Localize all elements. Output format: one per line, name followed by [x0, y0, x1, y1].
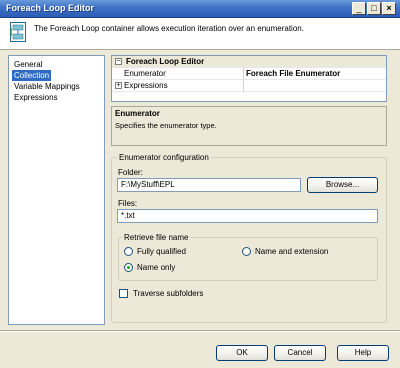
- help-button[interactable]: Help: [337, 345, 389, 361]
- nav-item-variable-mappings[interactable]: Variable Mappings: [12, 81, 82, 92]
- grid-row-expressions[interactable]: + Expressions: [112, 80, 386, 92]
- browse-button[interactable]: Browse...: [307, 177, 378, 193]
- grid-category-row[interactable]: − Foreach Loop Editor: [112, 56, 386, 68]
- name-only-radio[interactable]: [124, 263, 133, 272]
- files-input[interactable]: *.txt: [117, 209, 378, 223]
- nav-item-general[interactable]: General: [12, 59, 44, 70]
- grid-row-enumerator[interactable]: Enumerator Foreach File Enumerator: [112, 68, 386, 80]
- window-title: Foreach Loop Editor: [6, 3, 95, 13]
- grid-column-divider[interactable]: [243, 68, 244, 92]
- traverse-subfolders-checkbox[interactable]: [119, 289, 128, 298]
- property-grid[interactable]: − Foreach Loop Editor Enumerator Foreach…: [111, 55, 387, 102]
- description-title: Enumerator: [115, 109, 160, 118]
- grid-category-label: Foreach Loop Editor: [126, 57, 205, 66]
- expand-icon[interactable]: +: [115, 82, 122, 89]
- folder-input[interactable]: F:\MyStuff\EPL: [117, 178, 301, 192]
- ok-button[interactable]: OK: [216, 345, 268, 361]
- header-panel: [0, 18, 400, 50]
- name-only-label[interactable]: Name only: [137, 263, 175, 272]
- description-text: Specifies the enumerator type.: [115, 121, 217, 130]
- maximize-button[interactable]: □: [367, 2, 381, 15]
- close-button[interactable]: ×: [382, 2, 396, 15]
- grid-row-name: Enumerator: [124, 69, 166, 78]
- collapse-icon[interactable]: −: [115, 58, 122, 65]
- fully-qualified-radio[interactable]: [124, 247, 133, 256]
- retrieve-file-name-title: Retrieve file name: [122, 233, 191, 242]
- foreach-loop-icon: [10, 22, 26, 42]
- nav-list[interactable]: General Collection Variable Mappings Exp…: [8, 55, 105, 325]
- grid-row-name: Expressions: [124, 81, 168, 90]
- nav-item-expressions[interactable]: Expressions: [12, 92, 60, 103]
- files-label: Files:: [118, 199, 138, 208]
- traverse-subfolders-label[interactable]: Traverse subfolders: [133, 289, 203, 298]
- retrieve-file-name-group: [118, 237, 378, 281]
- footer-separator: [0, 330, 400, 332]
- cancel-button[interactable]: Cancel: [274, 345, 326, 361]
- nav-item-collection[interactable]: Collection: [12, 70, 52, 81]
- folder-label: Folder:: [118, 168, 143, 177]
- minimize-button[interactable]: _: [352, 2, 366, 15]
- name-and-extension-label[interactable]: Name and extension: [255, 247, 328, 256]
- enumerator-config-title: Enumerator configuration: [117, 153, 211, 162]
- name-and-extension-radio[interactable]: [242, 247, 251, 256]
- header-description: The Foreach Loop container allows execut…: [34, 24, 304, 33]
- enumerator-value[interactable]: Foreach File Enumerator: [246, 69, 340, 78]
- fully-qualified-label[interactable]: Fully qualified: [137, 247, 186, 256]
